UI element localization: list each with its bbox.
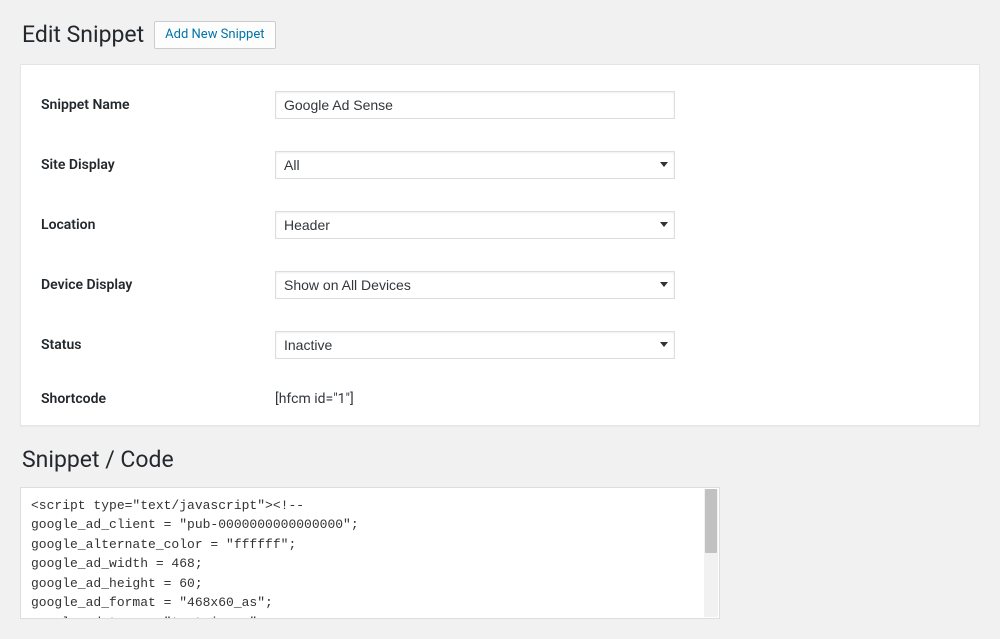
- row-snippet-name: Snippet Name: [21, 75, 979, 135]
- label-shortcode: Shortcode: [41, 391, 255, 407]
- row-shortcode: Shortcode [hfcm id="1"]: [21, 375, 979, 421]
- label-status: Status: [41, 337, 255, 353]
- select-status[interactable]: Inactive: [275, 331, 675, 359]
- page-title: Edit Snippet: [22, 20, 144, 50]
- shortcode-value: [hfcm id="1"]: [275, 391, 354, 407]
- label-location: Location: [41, 217, 255, 233]
- add-new-snippet-button[interactable]: Add New Snippet: [154, 21, 275, 49]
- select-location[interactable]: Header: [275, 211, 675, 239]
- select-site-display[interactable]: All: [275, 151, 675, 179]
- page-header: Edit Snippet Add New Snippet: [20, 20, 980, 50]
- row-site-display: Site Display All: [21, 135, 979, 195]
- code-textarea[interactable]: <script type="text/javascript"><!-- goog…: [21, 488, 719, 618]
- code-scrollbar-thumb[interactable]: [705, 489, 717, 553]
- row-status: Status Inactive: [21, 315, 979, 375]
- code-container: <script type="text/javascript"><!-- goog…: [20, 487, 720, 619]
- label-site-display: Site Display: [41, 157, 255, 173]
- settings-panel: Snippet Name Site Display All Location H…: [20, 64, 980, 426]
- input-snippet-name[interactable]: [275, 91, 675, 119]
- row-location: Location Header: [21, 195, 979, 255]
- row-device-display: Device Display Show on All Devices: [21, 255, 979, 315]
- code-scrollbar[interactable]: [704, 489, 718, 617]
- snippet-code-title: Snippet / Code: [20, 446, 980, 473]
- label-snippet-name: Snippet Name: [41, 97, 255, 113]
- select-device-display[interactable]: Show on All Devices: [275, 271, 675, 299]
- label-device-display: Device Display: [41, 277, 255, 293]
